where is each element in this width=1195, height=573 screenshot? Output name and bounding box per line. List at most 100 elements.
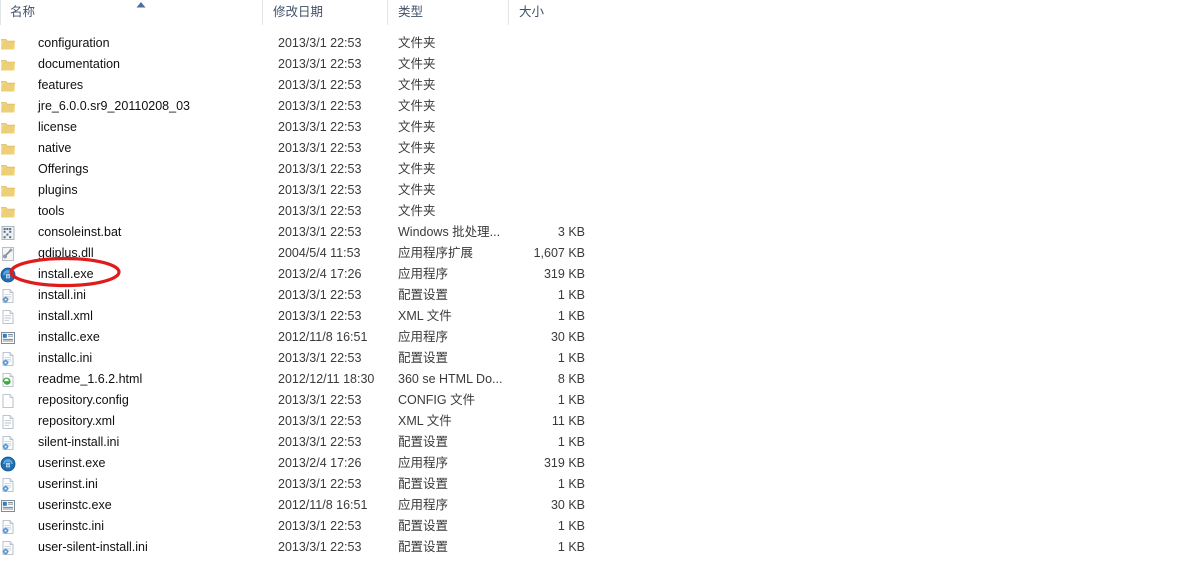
file-type-cell: 配置设置 [398,351,449,365]
file-name-cell[interactable]: install.xml [16,306,262,327]
file-name-cell[interactable]: tools [16,201,262,222]
date-modified-cell: 2013/3/1 22:53 [278,141,362,155]
file-name-cell[interactable]: features [16,75,262,96]
xml-file-icon [0,414,16,430]
table-row[interactable]: documentation 2013/3/1 22:53 文件夹 [0,54,1195,75]
date-modified-cell: 2013/2/4 17:26 [278,267,362,281]
date-modified-cell: 2013/3/1 22:53 [278,540,362,554]
file-type-cell: 文件夹 [398,120,436,134]
file-size-cell [500,96,585,117]
dll-file-icon [0,246,16,262]
column-header-date-modified[interactable]: 修改日期 [262,0,387,25]
file-size-cell [500,159,585,180]
file-size-cell: 1 KB [557,393,585,407]
table-row[interactable]: Offerings 2013/3/1 22:53 文件夹 [0,159,1195,180]
table-row[interactable]: install.exe 2013/2/4 17:26 应用程序 319 KB [0,264,1195,285]
file-name-cell[interactable]: user-silent-install.ini [16,537,262,558]
column-header-type[interactable]: 类型 [387,0,508,25]
file-type-cell: 配置设置 [398,288,449,302]
table-row[interactable]: userinst.exe 2013/2/4 17:26 应用程序 319 KB [0,453,1195,474]
file-name-cell[interactable]: repository.xml [16,411,262,432]
column-header-row: 名称 修改日期 类型 大小 [0,0,1195,25]
date-modified-cell: 2013/3/1 22:53 [278,162,362,176]
ini-file-icon [0,351,16,367]
table-row[interactable]: user-silent-install.ini 2013/3/1 22:53 配置设… [0,537,1195,558]
table-row[interactable]: repository.xml 2013/3/1 22:53 XML 文件 11 KB [0,411,1195,432]
xml-file-icon [0,309,16,325]
file-name-cell[interactable]: repository.config [16,390,262,411]
date-modified-cell: 2013/3/1 22:53 [278,204,362,218]
table-row[interactable]: installc.exe 2012/11/8 16:51 应用程序 30 KB [0,327,1195,348]
file-size-cell [500,75,585,96]
file-type-cell: 文件夹 [398,204,436,218]
table-row[interactable]: installc.ini 2013/3/1 22:53 配置设置 1 KB [0,348,1195,369]
date-modified-cell: 2013/3/1 22:53 [278,393,362,407]
table-row[interactable]: userinst.ini 2013/3/1 22:53 配置设置 1 KB [0,474,1195,495]
file-name-cell[interactable]: jre_6.0.0.sr9_20110208_03 [16,96,262,117]
file-name-cell[interactable]: license [16,117,262,138]
table-row[interactable]: repository.config 2013/3/1 22:53 CONFIG 文件… [0,390,1195,411]
table-row[interactable]: plugins 2013/3/1 22:53 文件夹 [0,180,1195,201]
table-row[interactable]: license 2013/3/1 22:53 文件夹 [0,117,1195,138]
table-row[interactable]: install.xml 2013/3/1 22:53 XML 文件 1 KB [0,306,1195,327]
installer-exe-icon [0,456,16,472]
table-row[interactable]: userinstc.ini 2013/3/1 22:53 配置设置 1 KB [0,516,1195,537]
file-size-cell: 1 KB [557,351,585,365]
file-name-cell[interactable]: native [16,138,262,159]
file-type-cell: 文件夹 [398,141,436,155]
table-row[interactable]: userinstc.exe 2012/11/8 16:51 应用程序 30 KB [0,495,1195,516]
date-modified-cell: 2012/12/11 18:30 [278,372,375,386]
file-size-cell: 1,607 KB [533,246,585,260]
date-modified-cell: 2013/3/1 22:53 [278,435,362,449]
table-row[interactable]: native 2013/3/1 22:53 文件夹 [0,138,1195,159]
table-row[interactable]: configuration 2013/3/1 22:53 文件夹 [0,33,1195,54]
date-modified-cell: 2013/3/1 22:53 [278,36,362,50]
ini-file-icon [0,435,16,451]
date-modified-cell: 2013/3/1 22:53 [278,120,362,134]
table-row[interactable]: gdiplus.dll 2004/5/4 11:53 应用程序扩展 1,607 KB [0,243,1195,264]
file-name-cell[interactable]: Offerings [16,159,262,180]
column-header-size[interactable]: 大小 [508,0,590,25]
file-name-cell[interactable]: userinstc.ini [16,516,262,537]
file-name-cell[interactable]: install.ini [16,285,262,306]
file-name-cell[interactable]: readme_1.6.2.html [16,369,262,390]
application-icon [0,498,16,514]
table-row[interactable]: features 2013/3/1 22:53 文件夹 [0,75,1195,96]
file-type-cell: 配置设置 [398,540,449,554]
file-type-cell: 文件夹 [398,162,436,176]
file-type-cell: Windows 批处理... [398,225,501,239]
date-modified-cell: 2012/11/8 16:51 [278,498,368,512]
file-name-cell[interactable]: silent-install.ini [16,432,262,453]
file-name-cell[interactable]: userinst.exe [16,453,262,474]
date-modified-cell: 2013/3/1 22:53 [278,309,362,323]
date-modified-cell: 2013/3/1 22:53 [278,57,362,71]
file-type-cell: 应用程序 [398,498,449,512]
date-modified-cell: 2012/11/8 16:51 [278,330,368,344]
file-size-cell: 319 KB [543,456,585,470]
file-name-cell[interactable]: userinst.ini [16,474,262,495]
file-type-cell: 360 se HTML Do... [398,372,503,386]
file-name-cell[interactable]: consoleinst.bat [16,222,262,243]
file-name-cell[interactable]: installc.exe [16,327,262,348]
file-size-cell: 3 KB [557,225,585,239]
column-header-name[interactable]: 名称 [0,0,262,25]
table-row[interactable]: silent-install.ini 2013/3/1 22:53 配置设置 1 KB [0,432,1195,453]
file-name-cell[interactable]: configuration [16,33,262,54]
file-name-cell[interactable]: userinstc.exe [16,495,262,516]
table-row[interactable]: readme_1.6.2.html 2012/12/11 18:30 360 se … [0,369,1195,390]
date-modified-cell: 2013/3/1 22:53 [278,78,362,92]
table-row[interactable]: jre_6.0.0.sr9_20110208_03 2013/3/1 22:53 文… [0,96,1195,117]
file-size-cell: 319 KB [543,267,585,281]
file-name-cell[interactable]: documentation [16,54,262,75]
file-name-cell[interactable]: install.exe [16,264,262,285]
folder-icon [0,141,16,157]
file-name-cell[interactable]: installc.ini [16,348,262,369]
table-row[interactable]: tools 2013/3/1 22:53 文件夹 [0,201,1195,222]
file-size-cell [500,201,585,222]
table-row[interactable]: consoleinst.bat 2013/3/1 22:53 Windows 批处理… [0,222,1195,243]
date-modified-cell: 2013/3/1 22:53 [278,351,362,365]
table-row[interactable]: install.ini 2013/3/1 22:53 配置设置 1 KB [0,285,1195,306]
file-name-cell[interactable]: plugins [16,180,262,201]
file-size-cell: 1 KB [557,435,585,449]
file-name-cell[interactable]: gdiplus.dll [16,243,262,264]
